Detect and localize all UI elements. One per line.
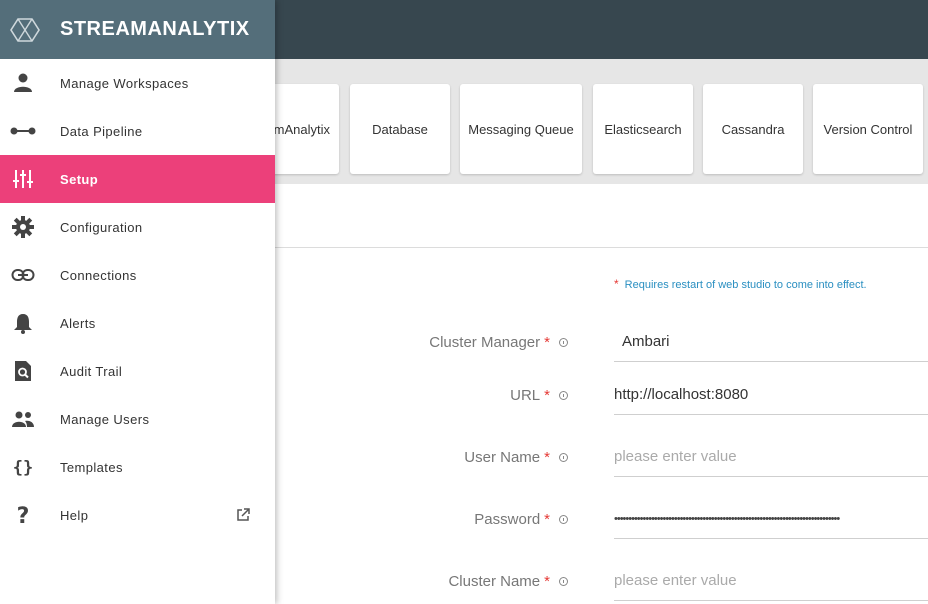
info-icon[interactable] bbox=[559, 452, 568, 462]
info-icon[interactable] bbox=[559, 576, 568, 586]
info-icon[interactable] bbox=[559, 337, 568, 347]
link-icon bbox=[10, 263, 36, 287]
brand-name: STREAMANALYTIX bbox=[60, 18, 250, 40]
external-link-icon[interactable] bbox=[236, 508, 250, 522]
drawer-header: STREAMANALYTIX bbox=[0, 0, 275, 59]
gear-icon bbox=[10, 215, 36, 239]
tab-cassandra[interactable]: Cassandra bbox=[703, 84, 803, 174]
required-star: * bbox=[614, 277, 619, 291]
nav-label: Setup bbox=[60, 171, 99, 187]
restart-notice: * Requires restart of web studio to come … bbox=[614, 277, 867, 291]
tab-messaging-queue[interactable]: Messaging Queue bbox=[460, 84, 582, 174]
nav-item-data-pipeline[interactable]: Data Pipeline bbox=[0, 107, 275, 155]
nav-label: Help bbox=[60, 507, 89, 523]
nav-item-alerts[interactable]: Alerts bbox=[0, 299, 275, 347]
nav-item-help[interactable]: ? Help bbox=[0, 491, 275, 539]
svg-text:?: ? bbox=[17, 504, 30, 527]
nav-item-manage-users[interactable]: Manage Users bbox=[0, 395, 275, 443]
nav-label: Connections bbox=[60, 267, 137, 283]
url-input[interactable]: http://localhost:8080 bbox=[614, 375, 928, 415]
tab-database[interactable]: Database bbox=[350, 84, 450, 174]
user-name-label: User Name * bbox=[464, 437, 568, 477]
nav-item-manage-workspaces[interactable]: Manage Workspaces bbox=[0, 59, 275, 107]
nav-label: Templates bbox=[60, 459, 123, 475]
tab-version-control[interactable]: Version Control bbox=[813, 84, 923, 174]
braces-icon: {} bbox=[10, 455, 36, 479]
info-icon[interactable] bbox=[559, 390, 568, 400]
cluster-manager-label: Cluster Manager * bbox=[429, 322, 568, 362]
nav-label: Manage Workspaces bbox=[60, 75, 189, 91]
nav-drawer: STREAMANALYTIX Manage Workspaces Data Pi… bbox=[0, 0, 275, 604]
streamanalytix-logo-icon[interactable] bbox=[10, 15, 40, 45]
svg-text:{}: {} bbox=[13, 458, 33, 477]
nav-item-setup[interactable]: Setup bbox=[0, 155, 275, 203]
nav-item-templates[interactable]: {} Templates bbox=[0, 443, 275, 491]
nav-label: Audit Trail bbox=[60, 363, 123, 379]
cluster-name-input[interactable]: please enter value bbox=[614, 561, 928, 601]
pipeline-icon bbox=[10, 119, 36, 143]
people-icon bbox=[10, 407, 36, 431]
password-label: Password * bbox=[474, 499, 568, 539]
cluster-name-label: Cluster Name * bbox=[448, 561, 568, 601]
tab-elasticsearch[interactable]: Elasticsearch bbox=[593, 84, 693, 174]
url-label: URL * bbox=[510, 375, 568, 415]
restart-notice-text: Requires restart of web studio to come i… bbox=[624, 279, 867, 291]
cluster-manager-select[interactable]: Ambari bbox=[614, 322, 928, 362]
bell-icon bbox=[10, 311, 36, 335]
person-icon bbox=[10, 71, 36, 95]
question-icon: ? bbox=[10, 503, 36, 527]
password-input[interactable]: ••••••••••••••••••••••••••••••••••••••••… bbox=[614, 499, 928, 539]
nav-item-configuration[interactable]: Configuration bbox=[0, 203, 275, 251]
nav-label: Configuration bbox=[60, 219, 143, 235]
sliders-icon bbox=[10, 167, 36, 191]
nav-item-audit-trail[interactable]: Audit Trail bbox=[0, 347, 275, 395]
nav-label: Alerts bbox=[60, 315, 96, 331]
nav-item-connections[interactable]: Connections bbox=[0, 251, 275, 299]
info-icon[interactable] bbox=[559, 514, 568, 524]
nav-label: Manage Users bbox=[60, 411, 150, 427]
user-name-input[interactable]: please enter value bbox=[614, 437, 928, 477]
nav-label: Data Pipeline bbox=[60, 123, 143, 139]
file-search-icon bbox=[10, 359, 36, 383]
